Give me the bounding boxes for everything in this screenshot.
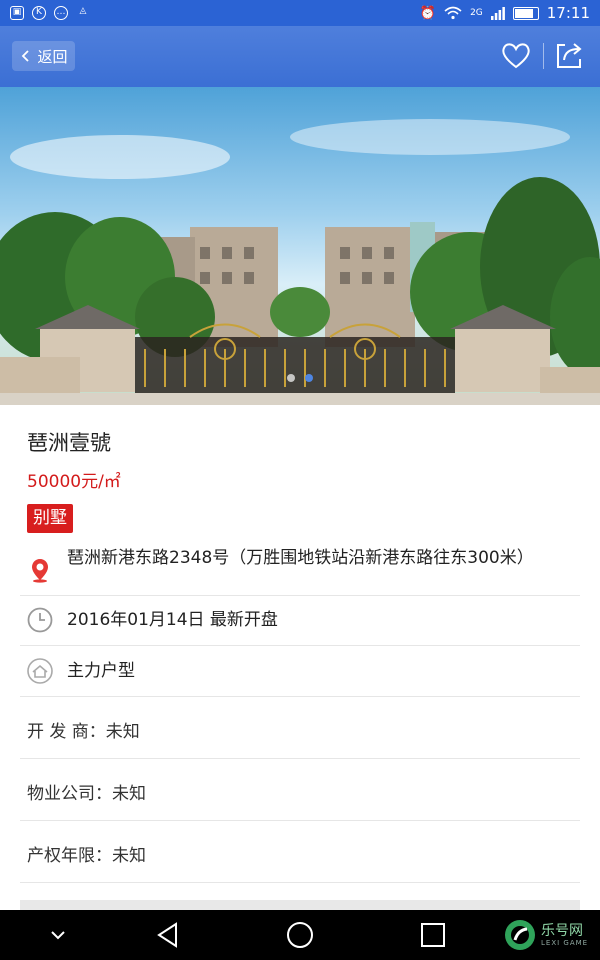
back-triangle-icon[interactable]: [154, 921, 182, 949]
watermark-logo-icon: [505, 920, 535, 950]
hide-nav-icon[interactable]: [48, 925, 68, 945]
alarm-icon: ⏰: [419, 5, 437, 21]
clock-icon: [27, 607, 53, 633]
address-row[interactable]: 琶洲新港东路2348号（万胜围地铁站沿新港东路往东300米）: [20, 542, 580, 596]
property-type-badge: 别墅: [27, 504, 73, 533]
watermark-texts: 乐号网 LEXI GAME: [541, 922, 589, 947]
property-term-text: 产权年限：未知: [27, 846, 146, 866]
header-divider: [543, 43, 544, 69]
notification-icons: ▣ K … ◬: [10, 6, 90, 20]
wifi-icon: [444, 6, 462, 20]
property-details: 琶洲壹號 50000元/㎡ 别墅 琶洲新港东路2348号（万胜围地铁站沿新港东路…: [0, 405, 600, 910]
battery-icon: [512, 6, 539, 20]
system-indicators: ⏰ 2G 17:11: [420, 4, 590, 22]
open-date-row: 2016年01月14日 最新开盘: [20, 596, 580, 646]
back-button[interactable]: 返回: [12, 41, 75, 71]
top-app-bar: 返回: [0, 26, 600, 87]
property-company-row: 物业公司：未知: [20, 759, 580, 821]
carousel-indicator: [0, 374, 600, 382]
status-bar: ▣ K … ◬ ⏰ 2G 17:11: [0, 0, 600, 26]
clock: 17:11: [546, 4, 590, 22]
developer-row: 开 发 商：未知: [20, 697, 580, 759]
house-icon: [27, 658, 53, 684]
signal-icon: [490, 7, 505, 20]
property-name: 琶洲壹號: [27, 431, 111, 455]
recents-square-icon[interactable]: [420, 922, 446, 948]
home-circle-icon[interactable]: [285, 920, 315, 950]
chat-icon: …: [54, 6, 68, 20]
gallery-icon: ▣: [10, 6, 24, 20]
network-type: 2G: [470, 8, 483, 18]
property-photo-carousel[interactable]: [0, 87, 600, 405]
chevron-left-icon: [22, 50, 30, 62]
property-company-text: 物业公司：未知: [27, 784, 146, 804]
partial-button[interactable]: [20, 900, 580, 910]
property-term-row: 产权年限：未知: [20, 821, 580, 883]
back-label: 返回: [37, 47, 68, 66]
carousel-dot-active[interactable]: [305, 374, 313, 382]
address-text: 琶洲新港东路2348号（万胜围地铁站沿新港东路往东300米）: [67, 548, 534, 568]
villa-photo: [0, 119, 600, 405]
developer-text: 开 发 商：未知: [27, 722, 140, 742]
android-icon: ◬: [79, 6, 87, 16]
open-date-text: 2016年01月14日 最新开盘: [67, 610, 278, 630]
watermark-subtext: LEXI GAME: [541, 938, 589, 947]
carousel-dot[interactable]: [287, 374, 295, 382]
share-icon[interactable]: [553, 39, 585, 71]
property-price: 50000元/㎡: [27, 472, 121, 492]
watermark-logo: 乐号网 LEXI GAME: [503, 916, 593, 954]
location-pin-icon: [32, 559, 48, 583]
main-unit-row[interactable]: 主力户型: [20, 646, 580, 697]
main-unit-text: 主力户型: [67, 661, 135, 681]
watermark-text: 乐号网: [541, 922, 583, 939]
k-app-icon: K: [32, 6, 46, 20]
heart-icon[interactable]: [500, 39, 532, 71]
